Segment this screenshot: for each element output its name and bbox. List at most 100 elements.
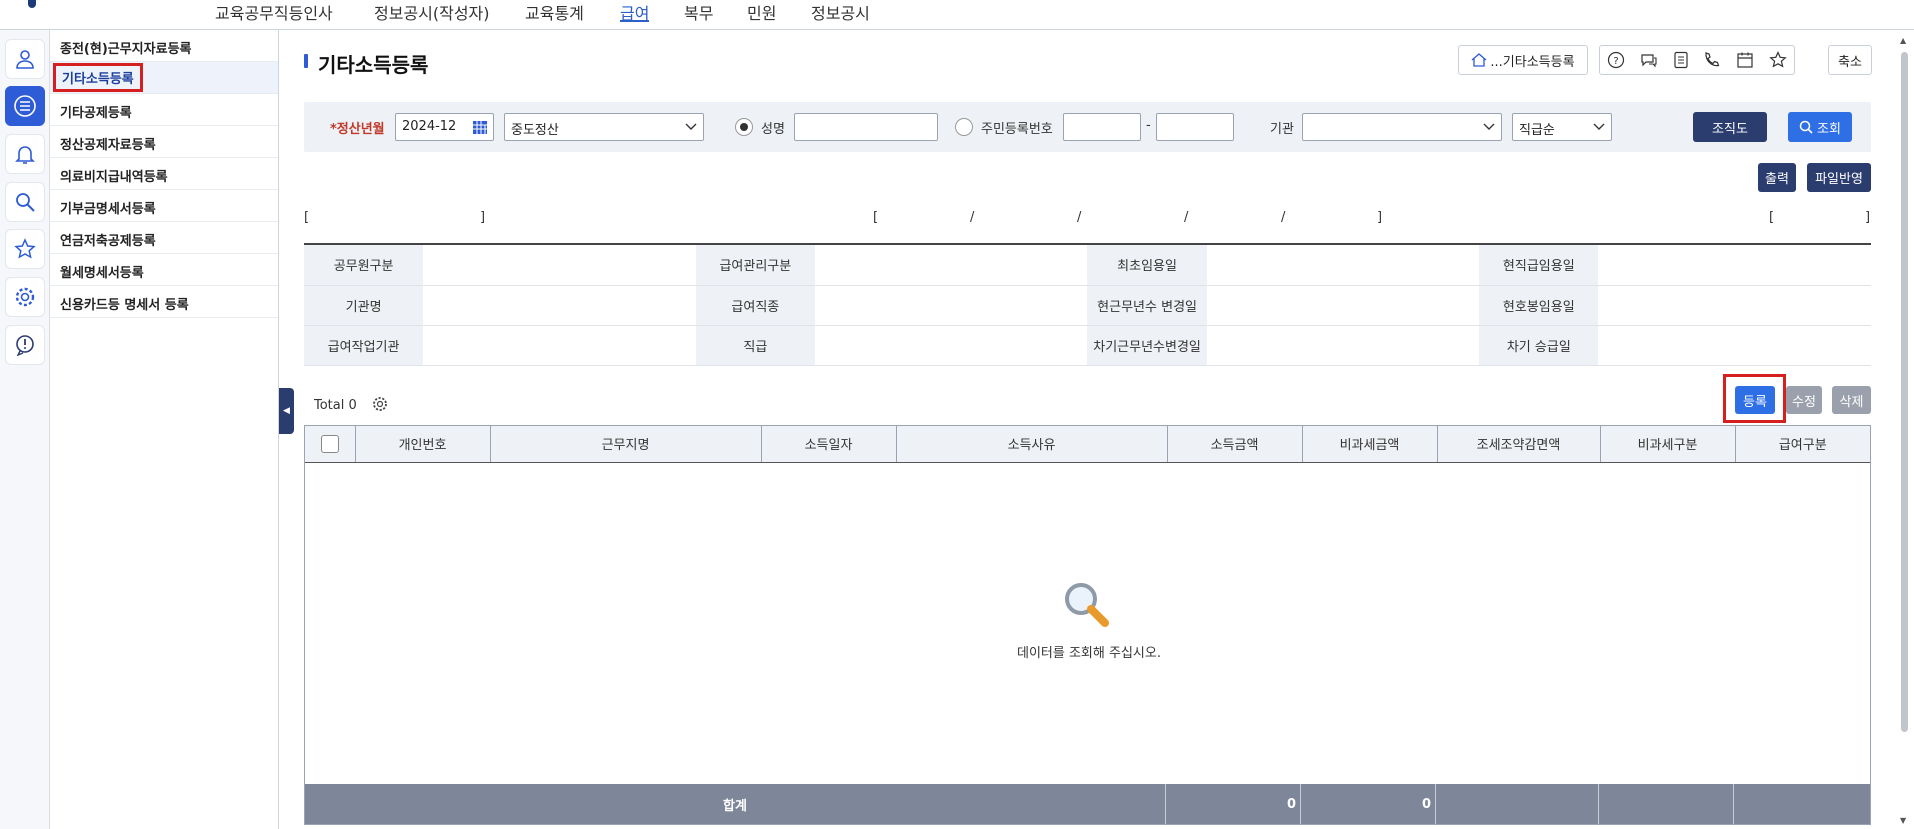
info-header: 차기 승급일: [1479, 325, 1599, 366]
info-header: 급여작업기관: [304, 325, 424, 366]
bracket-mid-3: /: [1184, 210, 1189, 225]
submenu-item-prev-workplace[interactable]: 종전(현)근무지자료등록: [50, 30, 278, 62]
submenu-item-other-deduction[interactable]: 기타공제등록: [50, 94, 278, 126]
search-button[interactable]: 조회: [1788, 112, 1852, 142]
rail-gear-button[interactable]: [5, 277, 45, 317]
phone-icon[interactable]: [1703, 51, 1721, 69]
nav-item-statistics[interactable]: 교육통계: [525, 0, 584, 23]
bracket-left-close: ]: [480, 210, 486, 225]
nav-item-disclosure-author[interactable]: 정보공시(작성자): [374, 0, 490, 23]
nav-item-hr[interactable]: 교육공무직등인사: [215, 0, 333, 23]
collapse-handle[interactable]: ◀: [279, 388, 294, 434]
home-icon: [1471, 53, 1487, 67]
scrollbar-thumb[interactable]: [1901, 52, 1908, 732]
info-header: 차기근무년수변경일: [1087, 325, 1207, 366]
footer-income-sum: 0: [1166, 784, 1301, 824]
nav-item-civil[interactable]: 민원: [747, 0, 776, 23]
info-row: 공무원구분 급여관리구분 최초임용일 현직급임용일: [304, 245, 1871, 286]
bracket-mid-1: /: [970, 210, 975, 225]
search-icon: [1799, 120, 1813, 134]
submenu-item-credit-card[interactable]: 신용카드등 명세서 등록: [50, 286, 278, 318]
rrn-label: 주민등록번호: [981, 122, 1053, 137]
bell-icon: [15, 146, 35, 164]
period-input[interactable]: 2024-12: [395, 113, 494, 141]
org-chart-button[interactable]: 조직도: [1693, 112, 1767, 142]
chevron-down-icon: [1483, 123, 1495, 130]
grid-header-row: 개인번호 근무지명 소득일자 소득사유 소득금액 비과세금액 조세조약감면액 비…: [305, 426, 1870, 463]
help-icon[interactable]: ?: [1607, 51, 1625, 69]
bracket-mid-2: /: [1077, 210, 1082, 225]
list-icon: [14, 95, 36, 117]
scroll-down-icon[interactable]: ▼: [1900, 816, 1906, 825]
submenu: 종전(현)근무지자료등록 기타소득등록 기타공제등록 정산공제자료등록 의료비지…: [50, 30, 279, 829]
name-radio[interactable]: [735, 118, 753, 136]
info-value: [1206, 245, 1480, 286]
info-value: [814, 285, 1088, 326]
info-header: 급여관리구분: [695, 245, 815, 286]
calendar-picker-icon[interactable]: [472, 120, 488, 135]
page-scrollbar[interactable]: ▲ ▼: [1895, 30, 1914, 829]
print-button[interactable]: 출력: [1758, 163, 1796, 192]
chevron-down-icon: [685, 123, 697, 130]
star-icon: [14, 238, 36, 259]
column-header[interactable]: 비과세구분: [1600, 426, 1736, 463]
column-header[interactable]: 소득일자: [761, 426, 897, 463]
bracket-mid-0: [: [873, 210, 879, 225]
column-header[interactable]: 비과세금액: [1302, 426, 1438, 463]
settlement-type-select[interactable]: 중도정산: [504, 113, 704, 141]
column-header[interactable]: 소득사유: [896, 426, 1168, 463]
breadcrumb-button[interactable]: ...기타소득등록: [1458, 45, 1588, 75]
name-input[interactable]: [794, 113, 938, 141]
total-count: Total 0: [314, 398, 357, 413]
column-header[interactable]: 조세조약감면액: [1437, 426, 1601, 463]
submenu-item-donation[interactable]: 기부금명세서등록: [50, 190, 278, 222]
nav-item-disclosure[interactable]: 정보공시: [811, 0, 870, 23]
sort-select[interactable]: 직급순: [1512, 113, 1612, 141]
select-all-checkbox[interactable]: [320, 434, 339, 453]
nav-item-attendance[interactable]: 복무: [684, 0, 713, 23]
user-icon: [16, 50, 34, 69]
column-header[interactable]: 개인번호: [355, 426, 491, 463]
submenu-item-medical[interactable]: 의료비지급내역등록: [50, 158, 278, 190]
submenu-item-pension[interactable]: 연금저축공제등록: [50, 222, 278, 254]
edit-button[interactable]: 수정: [1786, 386, 1822, 414]
column-header[interactable]: 소득금액: [1167, 426, 1303, 463]
column-header[interactable]: 근무지명: [490, 426, 762, 463]
rrn-back-input[interactable]: [1156, 113, 1234, 141]
register-button[interactable]: 등록: [1735, 386, 1775, 414]
footer-nontax-sum: 0: [1301, 784, 1436, 824]
column-header[interactable]: 급여구분: [1735, 426, 1870, 463]
rail-user-button[interactable]: [5, 39, 45, 79]
org-select[interactable]: [1302, 113, 1502, 141]
chat-icon[interactable]: [1640, 51, 1658, 69]
top-nav: 교육공무직등인사 정보공시(작성자) 교육통계 급여 복무 민원 정보공시: [0, 0, 1914, 30]
submenu-item-rent[interactable]: 월세명세서등록: [50, 254, 278, 286]
rail-alert-button[interactable]: [5, 325, 45, 365]
toolbar-icon-group: ?: [1599, 45, 1795, 75]
submenu-item-other-income[interactable]: 기타소득등록: [50, 62, 278, 94]
nav-item-payroll[interactable]: 급여: [620, 0, 650, 23]
svg-text:?: ?: [1614, 56, 1619, 67]
period-label: *정산년월: [330, 122, 385, 137]
info-value: [1206, 285, 1480, 326]
info-value: [814, 325, 1088, 366]
calendar-icon[interactable]: [1736, 51, 1754, 69]
scroll-up-icon[interactable]: ▲: [1900, 36, 1906, 45]
info-value: [814, 245, 1088, 286]
star-outline-icon[interactable]: [1768, 51, 1787, 69]
rail-star-button[interactable]: [5, 229, 45, 269]
info-header: 급여직종: [695, 285, 815, 326]
rail-bell-button[interactable]: [5, 134, 45, 174]
title-marker: [304, 54, 308, 68]
bracket-left-open: [: [304, 210, 310, 225]
rrn-radio[interactable]: [955, 118, 973, 136]
collapse-button[interactable]: 축소: [1828, 45, 1872, 75]
rail-list-button[interactable]: [5, 86, 45, 126]
rrn-front-input[interactable]: [1063, 113, 1141, 141]
document-icon[interactable]: [1673, 51, 1689, 69]
rail-search-button[interactable]: [5, 182, 45, 222]
file-apply-button[interactable]: 파일반영: [1807, 163, 1871, 192]
submenu-item-settlement-deduction[interactable]: 정산공제자료등록: [50, 126, 278, 158]
delete-button[interactable]: 삭제: [1832, 386, 1871, 414]
grid-settings-icon[interactable]: [372, 396, 388, 412]
